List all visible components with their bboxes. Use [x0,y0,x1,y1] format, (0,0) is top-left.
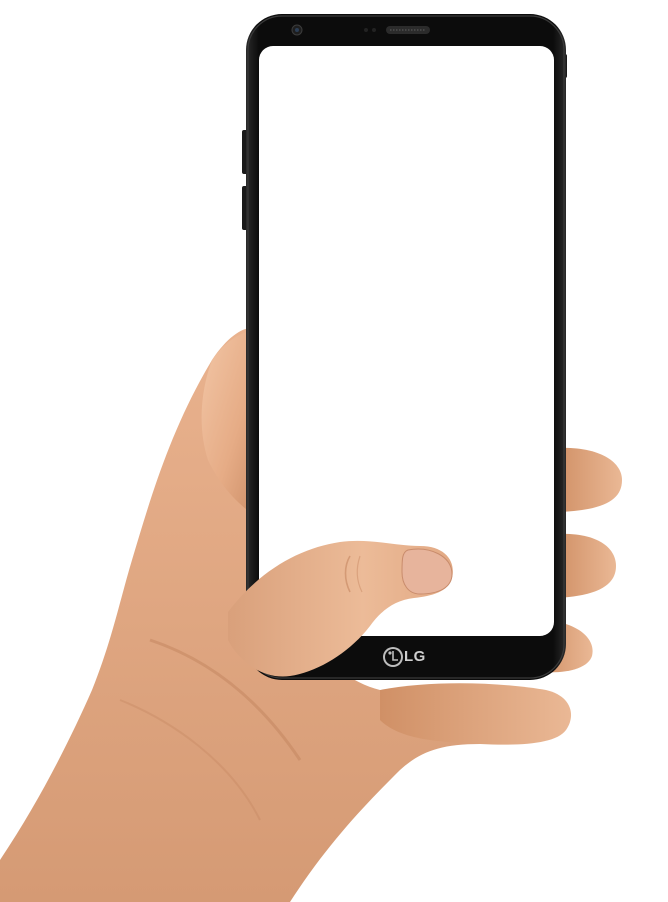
front-camera-icon [291,24,303,36]
scene-graphic [0,14,622,902]
earpiece-speaker-icon [386,26,430,34]
brand-logo-text: LG [404,648,426,665]
phone-in-hand-scene: LG [0,0,668,902]
lg-logo-icon [383,647,403,667]
